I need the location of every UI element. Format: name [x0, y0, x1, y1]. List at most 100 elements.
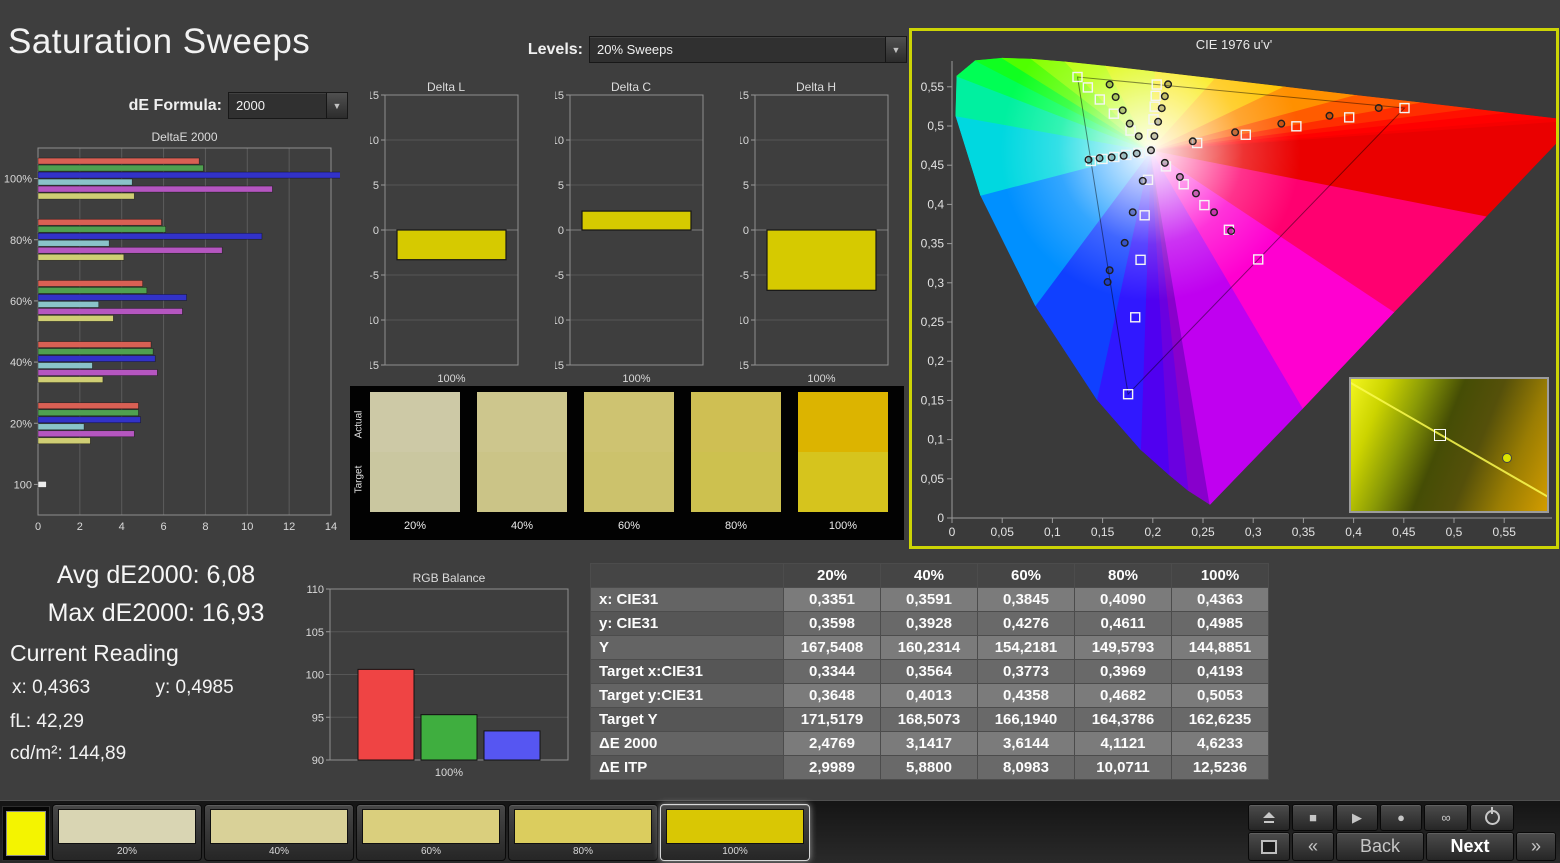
bar-magenta [37, 246, 223, 254]
table-cell: 171,5179 [783, 707, 881, 732]
actual-swatch [798, 392, 888, 452]
table-cell: 0,4090 [1074, 587, 1172, 612]
tick-label: 0,1 [927, 433, 944, 447]
tick-label: 95 [312, 712, 324, 724]
delta-bar [766, 229, 877, 291]
patch-swatch [666, 809, 804, 844]
tick-label: -10 [370, 315, 379, 327]
table-cell: 0,4363 [1171, 587, 1269, 612]
tick-label: 0,25 [921, 315, 945, 329]
sweep-swatch-100%: 100% [798, 392, 888, 532]
delta-h-chart-panel[interactable]: Delta H -15-10-5051015100% [733, 78, 892, 392]
levels-select[interactable]: 20% Sweeps ▼ [589, 36, 907, 63]
tick-label: 0,2 [927, 354, 944, 368]
patch-label: 20% [116, 846, 137, 857]
tick-label: 0,35 [921, 237, 945, 251]
tick-label: -15 [740, 360, 749, 372]
next-page-button[interactable]: » [1516, 832, 1556, 861]
play-button[interactable]: ▶ [1336, 804, 1378, 831]
tick-label: 90 [312, 755, 324, 767]
bar-red [37, 218, 162, 226]
tick-label: 0,3 [927, 276, 944, 290]
previous-page-button[interactable]: « [1292, 832, 1334, 861]
current-reading-cdm2: cd/m²: 144,89 [10, 743, 126, 765]
patch-swatch [362, 809, 500, 844]
actual-row-label: Actual [353, 410, 365, 439]
sweep-swatch-80%: 80% [691, 392, 781, 532]
bar-magenta [37, 369, 158, 376]
tick-label: 8 [202, 521, 208, 533]
tick-label: 0,05 [921, 472, 945, 486]
bottom-toolbar: 20% 40% 60% 80% 100% ■ ▶ ● ∞ « Back Next » [0, 800, 1560, 863]
sweep-swatch-40%: 40% [477, 392, 567, 532]
blank-screen-icon [1261, 839, 1277, 854]
tick-label: 0,4 [927, 197, 944, 211]
patch-button-80%[interactable]: 80% [508, 804, 658, 861]
deltae2000-plot: 0 2 4 6 8 10 12 14 100% 80% 60% 40% 20% 100 [4, 147, 342, 533]
measured-point-cyan [1107, 153, 1116, 162]
active-patch-swatch [6, 811, 46, 856]
deltae2000-chart-panel[interactable]: DeltaE 2000 0 2 4 6 8 10 12 14 100% 80% 60% 40% 20% 1… [0, 126, 342, 542]
record-icon: ● [1397, 810, 1405, 825]
bar-yellow [37, 253, 125, 261]
row-label: ΔE ITP [590, 755, 784, 780]
tick-label: 0,4 [1345, 525, 1362, 539]
table-cell: 0,3845 [977, 587, 1075, 612]
col-header: 20% [783, 563, 881, 588]
eject-button[interactable] [1248, 804, 1290, 831]
cd-label: cd/m²: [10, 743, 63, 764]
stop-button[interactable]: ■ [1292, 804, 1334, 831]
swatch-column-label: 100% [828, 520, 858, 532]
row-label: ΔE 2000 [590, 731, 784, 756]
delta-c-chart-panel[interactable]: Delta C -15-10-5051015100% [548, 78, 707, 392]
tick-label: 40% [10, 357, 32, 369]
measured-point-green [1134, 132, 1143, 141]
power-button[interactable] [1470, 804, 1514, 831]
measured-marker-icon [1501, 452, 1512, 463]
delta-l-chart-panel[interactable]: Delta L -15-10-5051015100% [363, 78, 522, 392]
patch-button-40%[interactable]: 40% [204, 804, 354, 861]
swatch-column-label: 20% [403, 520, 427, 532]
table-cell: 162,6235 [1171, 707, 1269, 732]
cie-chart-panel[interactable]: 0 0 0,05 0,05 0,1 0,1 0,15 0,15 0,2 0,2 0,25 0,25 0,… [909, 28, 1559, 549]
bar-red [37, 402, 139, 410]
measured-point-cyan [1132, 149, 1141, 158]
chart-title: DeltaE 2000 [151, 130, 218, 144]
table-row: ΔE 2000 2,4769 3,1417 3,6144 4,1121 4,6233 [590, 731, 1269, 756]
blank-screen-button[interactable] [1248, 832, 1290, 861]
measured-point-white [1146, 146, 1155, 155]
patch-button-60%[interactable]: 60% [356, 804, 506, 861]
measured-point-blue [1103, 278, 1112, 287]
measured-point-magenta [1175, 172, 1184, 181]
table-cell: 0,3648 [783, 683, 881, 708]
back-button[interactable]: Back [1336, 832, 1424, 861]
bar-yellow [37, 376, 104, 383]
current-reading-fl: fL: 42,29 [10, 711, 84, 733]
table-cell: 166,1940 [977, 707, 1075, 732]
record-button[interactable]: ● [1380, 804, 1422, 831]
de-formula-select[interactable]: 2000 ▼ [228, 92, 348, 119]
max-de-line: Max dE2000: 16,93 [12, 594, 300, 632]
tick-label: 5 [743, 180, 749, 192]
max-de-label: Max dE2000: [47, 599, 195, 627]
patch-button-20%[interactable]: 20% [52, 804, 202, 861]
patch-swatch [210, 809, 348, 844]
table-cell: 0,3351 [783, 587, 881, 612]
bar-red [37, 341, 152, 348]
table-cell: 168,5073 [880, 707, 978, 732]
bar-yellow [37, 315, 114, 322]
tick-label: 0,5 [1446, 525, 1463, 539]
patch-button-100%[interactable]: 100% [660, 804, 810, 861]
bar-cyan [37, 362, 93, 369]
rgb-balance-chart-panel[interactable]: RGB Balance 90 95 100 105 110 100% [305, 566, 577, 790]
next-button[interactable]: Next [1426, 832, 1514, 861]
tick-label: 0,55 [1493, 525, 1517, 539]
actual-swatch [477, 392, 567, 452]
delta-bar [581, 210, 692, 231]
col-header: 100% [1171, 563, 1269, 588]
target-swatch [798, 452, 888, 512]
target-swatch [584, 452, 674, 512]
tick-label: 0,45 [921, 158, 945, 172]
loop-button[interactable]: ∞ [1424, 804, 1468, 831]
target-swatch [691, 452, 781, 512]
